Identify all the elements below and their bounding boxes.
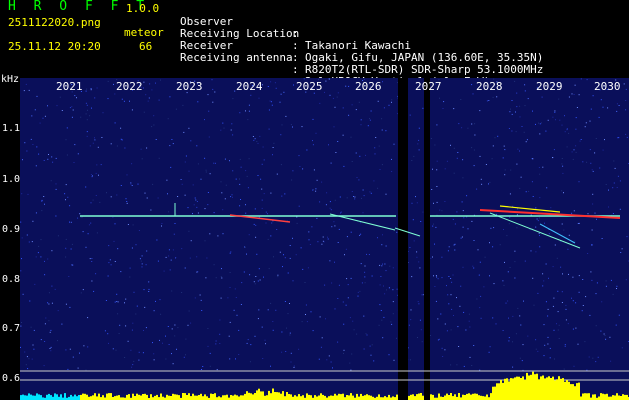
x-tick-label: 2028 — [476, 80, 503, 93]
meteor-count: 66 — [139, 40, 153, 53]
y-tick-label: 0.7 — [2, 323, 21, 334]
info-key: Receiving antenna — [180, 51, 293, 64]
spectrogram-plot — [20, 78, 629, 400]
x-tick-label: 2024 — [236, 80, 263, 93]
axis-unit-label: kHz — [1, 74, 20, 85]
y-tick-label: 0.6 — [2, 373, 21, 384]
app-version: 1.0.0 — [126, 2, 160, 15]
x-tick-label: 2021 — [56, 80, 83, 93]
y-tick-label: 1.0 — [2, 174, 21, 185]
x-tick-label: 2027 — [415, 80, 442, 93]
x-tick-label: 2025 — [296, 80, 323, 93]
gap-band — [424, 78, 430, 400]
gap-band — [398, 78, 408, 400]
meteor-label: meteor — [124, 26, 164, 39]
file-name: 2511122020.png — [8, 16, 101, 29]
y-tick-label: 0.9 — [2, 224, 21, 235]
x-tick-label: 2029 — [536, 80, 563, 93]
y-tick-label: 1.1 — [2, 123, 21, 134]
y-tick-label: 0.8 — [2, 274, 21, 285]
x-tick-label: 2026 — [355, 80, 382, 93]
x-tick-label: 2023 — [176, 80, 203, 93]
x-tick-label: 2030 — [594, 80, 621, 93]
x-tick-label: 2022 — [116, 80, 143, 93]
timestamp: 25.11.12 20:20 — [8, 40, 101, 53]
